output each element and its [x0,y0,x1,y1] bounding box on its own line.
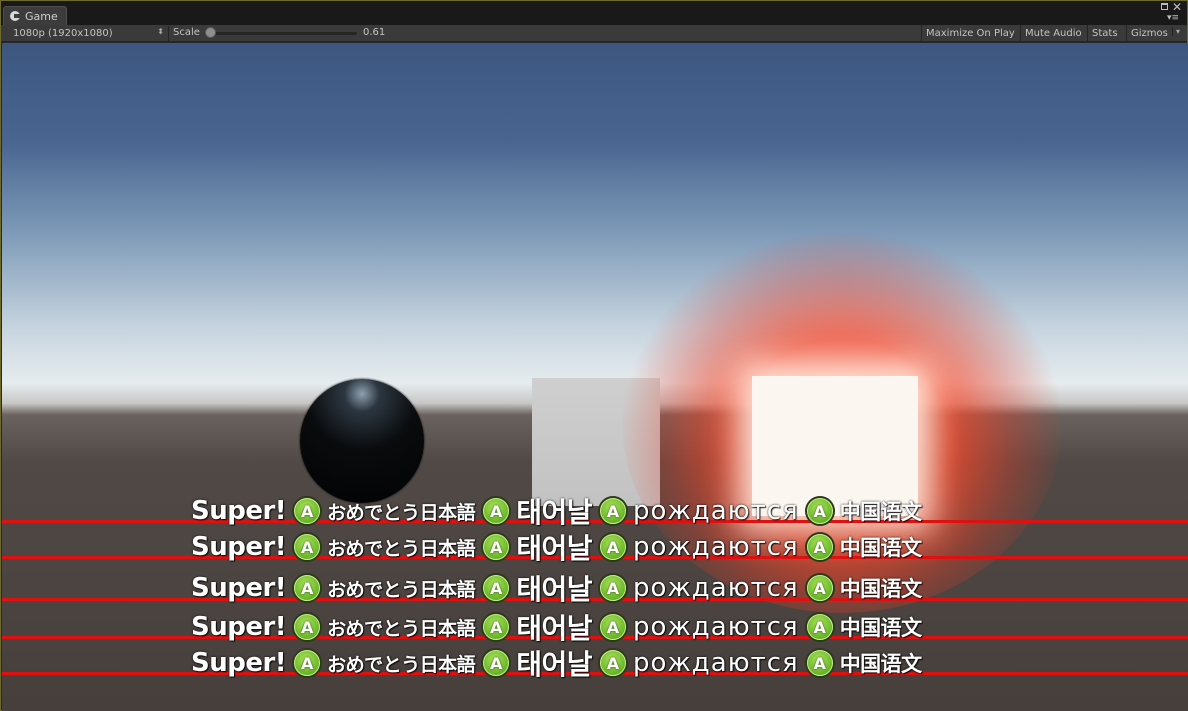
scale-label: Scale [173,27,200,38]
a-button-letter: A [599,498,626,524]
text-segment: Super! [191,573,287,603]
separator [168,26,169,41]
a-button-icon: A [804,612,835,642]
a-button-icon: A [292,573,323,603]
text-segment: おめでとう日本語 [327,617,476,640]
text-segment: おめでとう日本語 [327,537,476,560]
maximize-on-play-button[interactable]: Maximize On Play [921,25,1019,41]
text-segment: рождаются [632,496,799,526]
a-button-icon: A [292,496,323,526]
text-segment: 태어날 [516,648,592,681]
a-button-icon: A [597,612,628,642]
tab-strip: Game ✕ ▾≡ [1,1,1187,25]
text-row: Super! A おめでとう日本語 A 태어날 Aрождаются A 中国语文 [191,532,923,565]
text-segment: 中国语文 [839,616,923,640]
a-button-icon: A [804,496,835,526]
text-segment: Super! [191,648,287,678]
text-segment: рождаются [632,532,799,562]
gizmos-button[interactable]: Gizmos [1126,25,1172,41]
text-segment: рождаются [632,573,799,603]
a-button-letter: A [806,498,833,524]
text-segment: 中国语文 [839,652,923,676]
scale-slider-thumb[interactable] [205,27,216,38]
game-viewport[interactable]: Super! A おめでとう日本語 A 태어날 Aрождаются A 中国语文 Super!… [2,43,1188,711]
unity-logo-icon [10,11,20,21]
text-segment: Super! [191,612,287,642]
text-segment: 中国语文 [839,577,923,601]
a-button-icon: A [292,532,323,562]
text-row: Super! A おめでとう日本語 A 태어날 Aрождаются A 中国语文 [191,612,923,645]
a-button-letter: A [599,534,626,560]
text-segment: 태어날 [516,496,592,529]
black-sphere [300,379,424,503]
menu-icon[interactable]: ▾≡ [1167,13,1179,23]
maximize-icon[interactable] [1161,3,1168,10]
text-segment: 태어날 [516,612,592,645]
a-button-icon: A [292,648,323,678]
a-button-letter: A [599,575,626,601]
text-segment: рождаются [632,612,799,642]
text-segment: おめでとう日本語 [327,653,476,676]
a-button-icon: A [804,532,835,562]
tab-game[interactable]: Game [3,6,67,25]
a-button-letter: A [483,650,510,676]
text-segment: рождаются [632,648,799,678]
tab-label: Game [25,9,58,23]
text-segment: 태어날 [516,532,592,565]
scale-value: 0.61 [363,27,386,38]
a-button-icon: A [481,612,512,642]
text-segment: おめでとう日本語 [327,501,476,524]
resolution-dropdown[interactable]: 1080p (1920x1080) ⬍ [5,26,167,41]
text-segment: Super! [191,532,287,562]
glowing-cube [752,376,918,516]
a-button-letter: A [599,614,626,640]
game-toolbar: 1080p (1920x1080) ⬍ Scale 0.61 Maximize … [1,25,1187,42]
a-button-icon: A [804,648,835,678]
a-button-letter: A [483,498,510,524]
text-segment: おめでとう日本語 [327,578,476,601]
a-button-icon: A [481,532,512,562]
a-button-letter: A [294,498,321,524]
text-row: Super! A おめでとう日本語 A 태어날 Aрождаются A 中国语文 [191,496,923,529]
scale-slider-track[interactable] [209,32,357,35]
a-button-letter: A [483,575,510,601]
text-row: Super! A おめでとう日本語 A 태어날 Aрождаются A 中国语文 [191,573,923,606]
text-row: Super! A おめでとう日本語 A 태어날 Aрождаются A 中国语文 [191,648,923,681]
a-button-letter: A [806,614,833,640]
a-button-letter: A [599,650,626,676]
a-button-letter: A [806,534,833,560]
close-icon[interactable]: ✕ [1172,1,1182,13]
a-button-letter: A [483,614,510,640]
mute-audio-button[interactable]: Mute Audio [1020,25,1086,41]
a-button-letter: A [294,614,321,640]
stats-button[interactable]: Stats [1087,25,1122,41]
a-button-letter: A [806,575,833,601]
text-segment: Super! [191,496,287,526]
a-button-icon: A [597,573,628,603]
a-button-icon: A [481,648,512,678]
a-button-icon: A [597,496,628,526]
resolution-label: 1080p (1920x1080) [13,28,113,39]
a-button-icon: A [481,496,512,526]
a-button-icon: A [597,648,628,678]
game-window: Game ✕ ▾≡ 1080p (1920x1080) ⬍ Scale 0.61… [0,0,1188,711]
text-segment: 中国语文 [839,536,923,560]
a-button-letter: A [483,534,510,560]
a-button-letter: A [294,575,321,601]
a-button-letter: A [294,650,321,676]
a-button-icon: A [597,532,628,562]
a-button-icon: A [292,612,323,642]
gizmos-dropdown-icon[interactable]: ▾ [1172,27,1180,36]
a-button-icon: A [481,573,512,603]
a-button-letter: A [294,534,321,560]
a-button-letter: A [806,650,833,676]
a-button-icon: A [804,573,835,603]
dropdown-arrow-icon: ⬍ [157,27,164,36]
text-segment: 中国语文 [839,500,923,524]
text-segment: 태어날 [516,573,592,606]
